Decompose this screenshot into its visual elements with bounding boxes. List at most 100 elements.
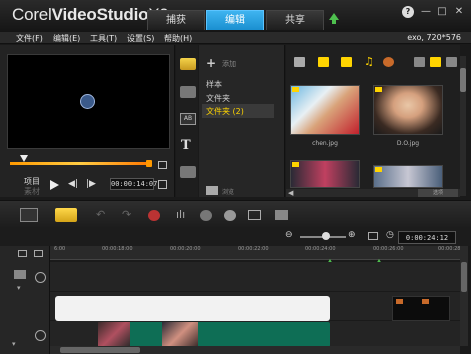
transition-icon[interactable]: AB [180,113,196,125]
thumbnail-4[interactable] [373,165,443,188]
multi-camera-icon[interactable] [275,210,288,220]
track-visibility-icon[interactable] [35,330,46,341]
track-manager-icon[interactable] [18,250,27,257]
motion-tracking-icon[interactable] [224,210,236,221]
menu-settings[interactable]: 设置(S) [127,33,154,44]
track-lock-icon[interactable]: ▾ [12,340,16,348]
timeline-horizontal-scrollbar-thumb[interactable] [60,347,140,353]
menu-help[interactable]: 帮助(H) [164,33,192,44]
record-capture-icon[interactable] [148,210,160,221]
zoom-slider-handle[interactable] [322,232,330,240]
chapter-point-icon[interactable] [34,250,43,257]
library-scrollbar-thumb[interactable] [460,68,466,92]
sort-icon[interactable] [414,57,425,67]
thumbnail-tag-icon [375,87,382,92]
ruler-tick: 00:00:20:00 [170,246,201,252]
filter-icon[interactable] [180,166,196,178]
storyboard-view-button[interactable] [20,208,38,222]
thumbnail-chen[interactable] [290,85,360,135]
add-icon[interactable]: + [206,56,216,70]
preview-timecode[interactable]: 00:00:14:07 [110,178,157,190]
zoom-in-icon[interactable]: ⊕ [348,230,356,240]
thumbnail-view-icon[interactable] [446,57,457,67]
subtitle-editor-icon[interactable] [248,210,261,220]
browse-icon[interactable] [206,186,218,195]
menu-edit[interactable]: 编辑(E) [53,33,80,44]
thumbnail-caption: D.O.jpg [396,140,420,147]
ruler-tick: 00:00:24:00 [305,246,336,252]
timeline-vertical-scrollbar-thumb[interactable] [461,262,467,292]
list-view-icon[interactable] [430,57,441,67]
next-frame-icon[interactable]: |▶ [86,179,96,189]
thumbnail-tag-icon [375,167,382,172]
title-icon[interactable]: T [181,138,191,153]
ruler-tick: 00:00:28: [438,246,463,252]
scroll-left-icon[interactable]: ◀ [288,189,293,197]
maximize-button[interactable]: □ [436,6,448,18]
title-clip[interactable] [55,296,330,321]
clip-tag-icon [422,299,429,304]
add-label[interactable]: 添加 [222,59,236,69]
track-dropdown-icon[interactable]: ▾ [17,284,21,292]
timeline-timecode[interactable]: 0:00:24:12 [398,231,456,244]
tab-edit[interactable]: 编辑 [206,10,264,30]
copy-icon[interactable] [158,180,167,189]
timeline-view-button[interactable] [55,208,77,222]
folder-item-folder-2[interactable]: 文件夹 (2) [206,106,244,117]
ruler-tick: 00:00:18:00 [102,246,133,252]
show-fx-icon[interactable] [383,57,394,67]
help-icon[interactable]: ? [402,6,414,18]
ruler-tick: 00:00:22:00 [238,246,269,252]
ruler-tick: 6:00 [54,246,66,252]
trim-end-marker[interactable] [146,160,152,167]
preview-logo-icon [80,94,95,109]
sound-mixer-icon[interactable]: ılı [176,208,185,221]
scrubber-handle[interactable] [20,155,28,162]
browse-label[interactable]: 浏览 [222,187,234,196]
thumbnail-3[interactable] [290,160,360,188]
video-track-row [50,262,460,292]
ruler-tick: 00:00:26:00 [373,246,404,252]
show-videos-icon[interactable] [318,57,329,67]
thumbnail-tag-icon [292,162,299,167]
thumbnail-caption: chen.jpg [312,140,338,147]
mode-clip[interactable]: 素材 [24,186,40,197]
fit-project-icon[interactable] [368,232,378,240]
tab-capture[interactable]: 捕获 [147,10,205,30]
upload-icon[interactable] [329,13,339,24]
video-track-icon[interactable] [14,270,26,279]
show-audio-icon[interactable]: ♫ [364,55,374,68]
clock-icon: ◷ [386,230,394,240]
thumbnail-do[interactable] [373,85,443,135]
redo-icon[interactable]: ↷ [122,208,131,221]
undo-icon[interactable]: ↶ [96,208,105,221]
timeline-vertical-scrollbar[interactable] [460,246,468,346]
clip-thumbnail [98,322,130,347]
show-photos-icon[interactable] [341,57,352,67]
instant-project-icon[interactable] [180,86,196,98]
project-info: exo, 720*576 [407,33,461,42]
fullscreen-icon[interactable] [158,161,167,169]
track-visibility-icon[interactable] [35,272,46,283]
scrubber-track[interactable] [10,162,150,165]
logo-name: VideoStudio [51,5,149,24]
folder-item-folder[interactable]: 文件夹 [206,93,230,104]
zoom-out-icon[interactable]: ⊖ [285,230,293,240]
minimize-button[interactable]: — [420,6,432,18]
previous-frame-icon[interactable]: ◀| [68,179,78,189]
auto-music-icon[interactable] [200,210,212,221]
logo-prefix: Corel [12,5,52,24]
play-button[interactable] [50,180,59,190]
menu-tools[interactable]: 工具(T) [90,33,117,44]
clip-tag-icon [396,299,403,304]
video-clip[interactable] [98,322,330,347]
thumbnail-tag-icon [292,87,299,92]
options-button[interactable]: 选项 [418,189,458,197]
media-icon[interactable] [180,58,196,70]
folder-item-sample[interactable]: 样本 [206,79,222,90]
close-button[interactable]: ✕ [453,6,465,18]
tab-share[interactable]: 共享 [266,10,324,30]
folder-icon[interactable] [294,57,305,67]
menu-file[interactable]: 文件(F) [16,33,43,44]
app-logo: CorelVideoStudioX9 [12,5,169,25]
